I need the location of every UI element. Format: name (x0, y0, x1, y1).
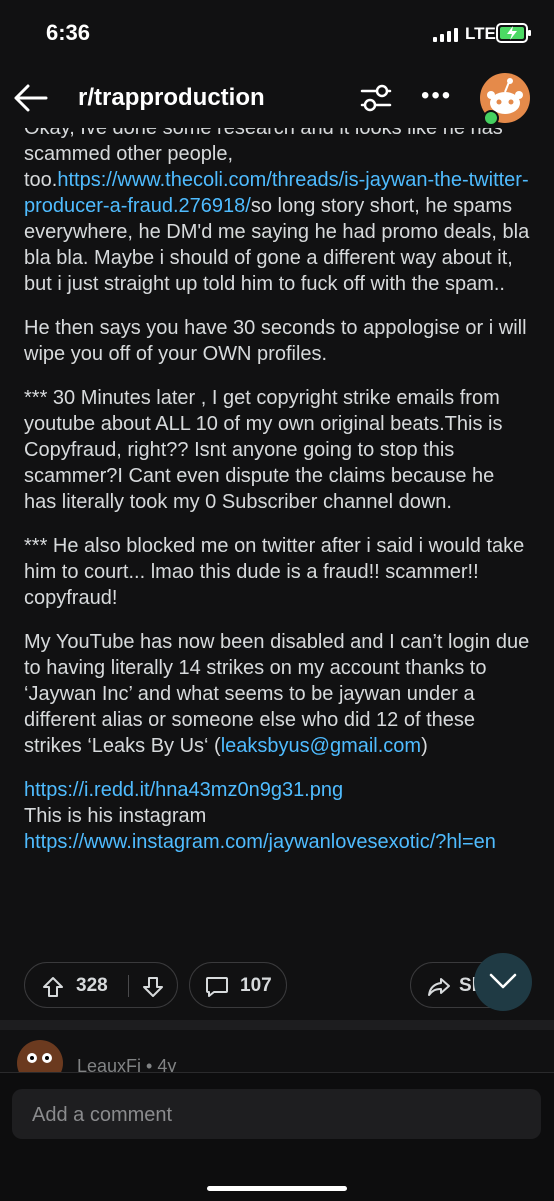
more-options-icon[interactable]: ••• (421, 82, 452, 110)
commenter-avatar (17, 1040, 63, 1072)
battery-charging-icon (496, 23, 531, 43)
post-paragraph: *** 30 Minutes later , I get copyright s… (24, 385, 530, 515)
subreddit-title[interactable]: r/trapproduction (78, 84, 265, 112)
section-divider (0, 1020, 554, 1030)
post-text: *** He also blocked me on twitter after … (24, 535, 525, 609)
network-label: LTE (465, 24, 496, 43)
add-comment-input[interactable] (30, 1089, 524, 1141)
jump-to-next-button[interactable] (474, 953, 532, 1011)
comment-count: 107 (240, 975, 272, 996)
comment-preview[interactable]: LeauxFi • 4y (0, 1030, 554, 1072)
post-link[interactable]: leaksbyus@gmail.com (221, 735, 421, 757)
signal-icon (433, 28, 458, 42)
status-time: 6:36 (46, 20, 91, 45)
share-arrow-icon (428, 978, 450, 996)
vote-control: 328 (24, 962, 178, 1008)
comments-button[interactable]: 107 (189, 962, 287, 1008)
online-status-dot (483, 110, 499, 126)
back-arrow-icon[interactable] (10, 78, 50, 118)
upvote-arrow-icon[interactable] (41, 975, 65, 999)
comment-composer-bar (0, 1072, 554, 1201)
app-header: r/trapproduction ••• (0, 68, 554, 128)
post-action-bar: 328 107 Sl (0, 962, 554, 1020)
post-text: ) (421, 735, 428, 757)
post-text: This is his instagram (24, 805, 207, 827)
home-indicator (207, 1186, 347, 1191)
comment-bubble-icon (206, 977, 228, 997)
post-paragraph: *** He also blocked me on twitter after … (24, 533, 530, 611)
comment-composer[interactable] (12, 1089, 541, 1141)
post-paragraph: My YouTube has now been disabled and I c… (24, 629, 530, 759)
post-paragraph: Okay, Ive done some research and it look… (24, 115, 530, 297)
avatar-eye-right (42, 1053, 52, 1063)
vote-divider (128, 975, 129, 997)
upvote-count: 328 (76, 975, 108, 996)
post-paragraph: https://i.redd.it/hna43mz0n9g31.png This … (24, 777, 530, 855)
comment-author-meta: LeauxFi • 4y (77, 1056, 177, 1072)
post-text: He then says you have 30 seconds to appo… (24, 317, 527, 365)
status-bar: 6:36 LTE (0, 0, 554, 68)
post-paragraph: He then says you have 30 seconds to appo… (24, 315, 530, 367)
avatar-eye-left (27, 1053, 37, 1063)
post-text: *** 30 Minutes later , I get copyright s… (24, 387, 503, 513)
post-body: Okay, Ive done some research and it look… (24, 115, 530, 873)
post-link[interactable]: https://www.instagram.com/jaywanlovesexo… (24, 831, 496, 853)
chevron-down-icon (489, 973, 517, 989)
downvote-arrow-icon[interactable] (141, 975, 165, 999)
sort-filter-icon[interactable] (358, 80, 394, 116)
post-link[interactable]: https://i.redd.it/hna43mz0n9g31.png (24, 779, 343, 801)
